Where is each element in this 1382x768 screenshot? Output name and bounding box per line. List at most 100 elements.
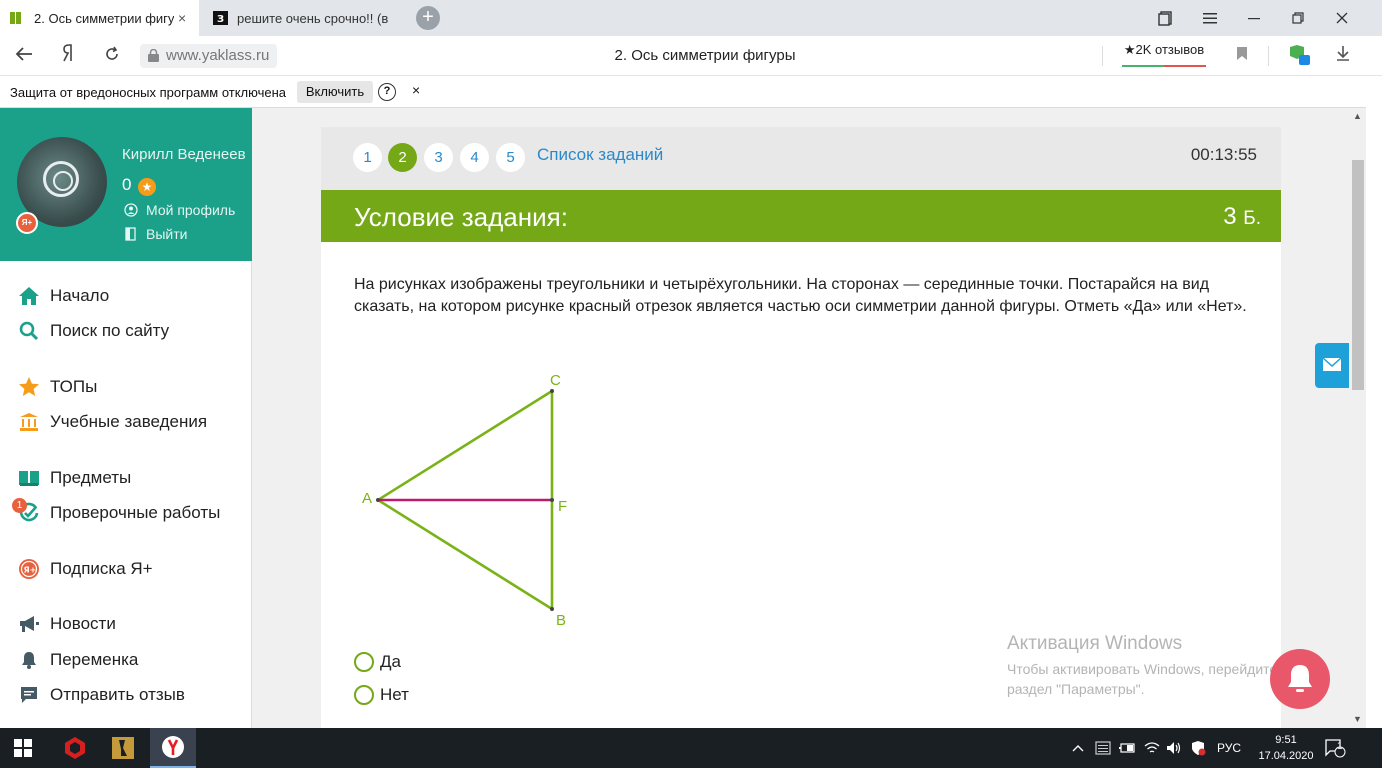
tab-title: 2. Ось симметрии фигуры — [34, 10, 174, 26]
security-icon[interactable] — [1190, 728, 1206, 768]
point-a — [376, 498, 380, 502]
avatar-emblem — [43, 161, 79, 197]
page-title: 2. Ось симметрии фигуры — [614, 47, 796, 64]
close-infobar-icon[interactable]: × — [412, 82, 420, 98]
radio-no[interactable] — [354, 685, 374, 705]
profile-score: 0 — [122, 175, 132, 194]
points: 3 Б. — [1223, 203, 1261, 231]
bookmarks-panel-icon[interactable] — [1144, 0, 1188, 36]
sidebar-item-subjects[interactable]: Предметы — [18, 466, 131, 490]
task-list-link[interactable]: Список заданий — [537, 145, 663, 165]
app-hexagon-icon — [65, 737, 85, 759]
sidebar-item-tops[interactable]: ТОПы — [18, 375, 97, 399]
bell-icon — [18, 649, 40, 671]
user-icon — [124, 203, 138, 217]
tray-app-icon[interactable] — [1095, 728, 1111, 768]
svg-text:З: З — [217, 14, 224, 25]
clock[interactable]: 9:51 17.04.2020 — [1256, 732, 1316, 764]
reviews-rating-bar — [1122, 65, 1206, 67]
taskbar-app-game[interactable] — [100, 728, 146, 768]
bookmark-icon[interactable] — [1229, 44, 1255, 68]
sidebar-item-label: Учебные заведения — [50, 412, 208, 431]
sidebar-item-label: Переменка — [50, 650, 139, 669]
home-icon — [18, 285, 40, 307]
help-icon[interactable]: ? — [378, 83, 396, 101]
my-profile-label: Мой профиль — [146, 202, 236, 218]
task-number-button-current[interactable]: 2 — [388, 143, 417, 172]
wifi-icon[interactable] — [1144, 728, 1160, 768]
sidebar-item-news[interactable]: Новости — [18, 612, 116, 636]
sidebar-item-search[interactable]: Поиск по сайту — [18, 319, 169, 343]
sidebar-item-subscription[interactable]: Я+ Подписка Я+ — [18, 557, 153, 581]
star-icon: ★ — [138, 178, 156, 196]
clock-date: 17.04.2020 — [1258, 750, 1314, 762]
profile-card: Я+ Кирилл Веденеев 0 ★ Мой профиль Выйти — [0, 120, 252, 261]
sidebar-item-break[interactable]: Переменка — [18, 648, 138, 672]
minimize-icon[interactable] — [1232, 0, 1276, 36]
profile-name[interactable]: Кирилл Веденеев — [122, 146, 246, 163]
yandex-logo-icon[interactable] — [55, 44, 83, 68]
protection-infobar: Защита от вредоносных программ отключена… — [0, 77, 1366, 108]
taskbar-app-red[interactable] — [52, 728, 98, 768]
logout-link[interactable]: Выйти — [124, 226, 187, 242]
task-number-button[interactable]: 5 — [496, 143, 525, 172]
radio-yes[interactable] — [354, 652, 374, 672]
restore-icon[interactable] — [1276, 0, 1320, 36]
svg-text:Я+: Я+ — [24, 566, 37, 575]
page-scrollbar[interactable]: ▲ ▼ — [1350, 108, 1366, 728]
sidebar-item-tests[interactable]: Проверочные работы — [18, 501, 220, 525]
new-tab-button[interactable]: + — [416, 6, 440, 30]
task-number-button[interactable]: 1 — [353, 143, 382, 172]
option-no[interactable]: Нет — [354, 685, 409, 705]
enable-protection-button[interactable]: Включить — [297, 81, 373, 103]
sidebar-item-home[interactable]: Начало — [18, 284, 109, 308]
option-label: Да — [380, 652, 401, 671]
tab-close-icon[interactable]: × — [178, 10, 186, 26]
sidebar-item-institutions[interactable]: Учебные заведения — [18, 410, 207, 434]
point-f — [550, 498, 554, 502]
volume-icon[interactable] — [1166, 728, 1182, 768]
scroll-up-icon[interactable]: ▲ — [1353, 111, 1362, 121]
extension-icon[interactable] — [1286, 44, 1312, 68]
reviews-button[interactable]: ★2K отзывов — [1120, 42, 1208, 70]
tab-inactive[interactable]: З решите очень срочно!! (в — [203, 0, 403, 36]
question-text: На рисунках изображены треугольники и че… — [354, 276, 1247, 315]
label-b: B — [556, 612, 566, 629]
tray-show-hidden-icon[interactable] — [1072, 728, 1084, 768]
sidebar-item-label: Поиск по сайту — [50, 321, 170, 340]
tab-active[interactable]: 2. Ось симметрии фигуры × — [0, 0, 199, 36]
battery-icon[interactable] — [1118, 728, 1136, 768]
divider — [1102, 46, 1103, 66]
my-profile-link[interactable]: Мой профиль — [124, 202, 235, 218]
option-yes[interactable]: Да — [354, 652, 401, 672]
label-a: A — [362, 490, 372, 507]
action-center-icon[interactable]: 1 — [1324, 728, 1346, 768]
logout-label: Выйти — [146, 226, 188, 242]
chat-icon — [18, 684, 40, 706]
yaplus-icon: Я+ — [18, 558, 40, 580]
url-field[interactable]: www.yaklass.ru — [140, 44, 278, 68]
sidebar-item-feedback[interactable]: Отправить отзыв — [18, 683, 185, 707]
point-b — [550, 607, 554, 611]
znanija-favicon-icon: З — [213, 11, 228, 25]
yaplus-badge: Я+ — [16, 212, 38, 234]
menu-icon[interactable] — [1188, 0, 1232, 36]
notifications-button[interactable] — [1270, 649, 1330, 709]
triangle-figure: A C F B — [362, 372, 567, 629]
task-number-button[interactable]: 3 — [424, 143, 453, 172]
start-button[interactable] — [0, 728, 46, 768]
task-number-button[interactable]: 4 — [460, 143, 489, 172]
timer: 00:13:55 — [1190, 145, 1257, 164]
sidebar-item-label: Проверочные работы — [50, 503, 221, 522]
scroll-thumb[interactable] — [1352, 160, 1364, 390]
download-icon[interactable] — [1330, 44, 1356, 68]
mail-button[interactable] — [1315, 343, 1349, 388]
sidebar-item-label: Подписка Я+ — [50, 559, 153, 578]
language-indicator[interactable]: РУС — [1217, 728, 1241, 768]
reload-icon[interactable] — [98, 44, 126, 68]
star-icon — [18, 376, 40, 398]
taskbar-app-yandex-browser[interactable] — [150, 728, 196, 768]
back-icon[interactable] — [10, 44, 38, 68]
scroll-down-icon[interactable]: ▼ — [1353, 714, 1362, 724]
close-window-icon[interactable] — [1320, 0, 1364, 36]
